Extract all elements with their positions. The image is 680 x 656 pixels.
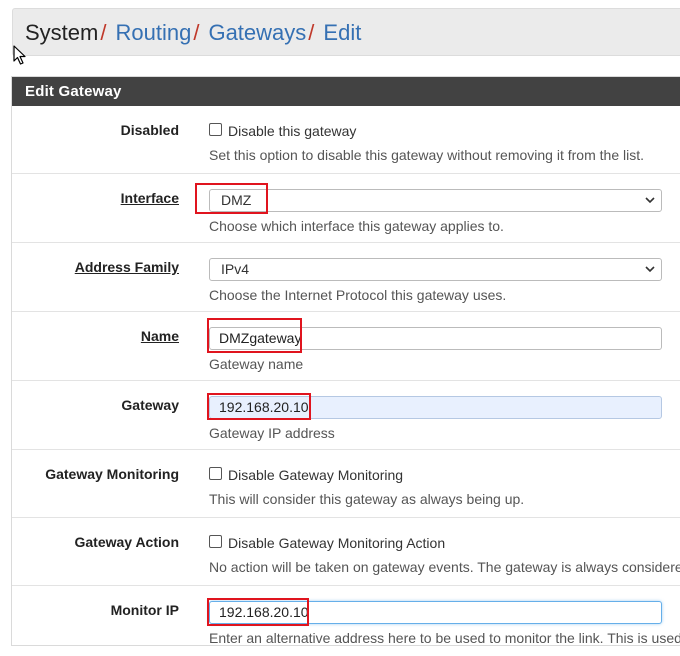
chevron-down-icon (645, 266, 655, 273)
gateway-action-help: No action will be taken on gateway event… (209, 559, 680, 575)
disable-gateway-checkbox-label[interactable]: Disable this gateway (228, 123, 356, 139)
breadcrumb-edit-link[interactable]: Edit (323, 20, 361, 45)
address-family-help: Choose the Internet Protocol this gatewa… (209, 287, 507, 303)
disabled-label: Disabled (120, 122, 179, 138)
gateway-highlight-box (207, 393, 311, 420)
gateway-label: Gateway (121, 397, 179, 413)
breadcrumb-separator: / (308, 20, 315, 45)
edit-gateway-panel: Edit Gateway Disabled Disable this gatew… (11, 76, 680, 646)
address-family-row: Address Family IPv4 Choose the Internet … (12, 243, 680, 312)
disable-monitoring-action-checkbox-label[interactable]: Disable Gateway Monitoring Action (228, 535, 445, 551)
disable-monitoring-checkbox[interactable] (209, 467, 222, 481)
disable-monitoring-checkbox-label[interactable]: Disable Gateway Monitoring (228, 467, 403, 483)
monitor-ip-label: Monitor IP (110, 602, 179, 618)
gateway-monitoring-row: Gateway Monitoring Disable Gateway Monit… (12, 450, 680, 518)
monitor-ip-highlight-box (207, 598, 309, 626)
disable-monitoring-checkbox-group[interactable]: Disable Gateway Monitoring (209, 466, 403, 484)
disable-gateway-checkbox-group[interactable]: Disable this gateway (209, 122, 356, 140)
mouse-cursor-icon (13, 45, 26, 65)
interface-highlight-box (195, 183, 268, 214)
breadcrumb-system: System (25, 20, 99, 45)
disabled-help: Set this option to disable this gateway … (209, 147, 644, 163)
panel-title: Edit Gateway (12, 77, 680, 106)
breadcrumb-separator: / (100, 20, 107, 45)
name-highlight-box (207, 318, 302, 353)
address-family-select-value: IPv4 (221, 261, 250, 277)
gateway-action-label: Gateway Action (74, 534, 179, 550)
disable-gateway-checkbox[interactable] (209, 123, 222, 137)
interface-row: Interface DMZ Choose which interface thi… (12, 174, 680, 243)
interface-help: Choose which interface this gateway appl… (209, 218, 504, 234)
monitor-ip-help: Enter an alternative address here to be … (209, 630, 680, 646)
disable-monitoring-action-checkbox[interactable] (209, 535, 222, 549)
breadcrumb: System/Routing/Gateways/Edit (25, 20, 361, 46)
chevron-down-icon (645, 197, 655, 204)
disabled-row: Disabled Disable this gateway Set this o… (12, 106, 680, 174)
breadcrumb-gateways-link[interactable]: Gateways (208, 20, 306, 45)
monitor-ip-row: Monitor IP 192.168.20.10 Enter an altern… (12, 586, 680, 656)
disable-monitoring-action-checkbox-group[interactable]: Disable Gateway Monitoring Action (209, 534, 445, 552)
breadcrumb-bar: System/Routing/Gateways/Edit (12, 8, 680, 56)
address-family-select[interactable]: IPv4 (209, 258, 662, 281)
interface-label: Interface (120, 190, 179, 206)
name-label: Name (140, 328, 179, 344)
breadcrumb-separator: / (193, 20, 200, 45)
gateway-monitoring-label: Gateway Monitoring (45, 466, 179, 482)
gateway-row: Gateway 192.168.20.10 Gateway IP address (12, 381, 680, 450)
interface-select[interactable]: DMZ (209, 189, 662, 212)
name-help: Gateway name (209, 356, 304, 372)
gateway-action-row: Gateway Action Disable Gateway Monitorin… (12, 518, 680, 586)
breadcrumb-routing-link[interactable]: Routing (115, 20, 191, 45)
address-family-label: Address Family (74, 259, 179, 275)
name-row: Name DMZgateway Gateway name (12, 312, 680, 381)
gateway-monitoring-help: This will consider this gateway as alway… (209, 491, 525, 507)
gateway-help: Gateway IP address (209, 425, 335, 441)
